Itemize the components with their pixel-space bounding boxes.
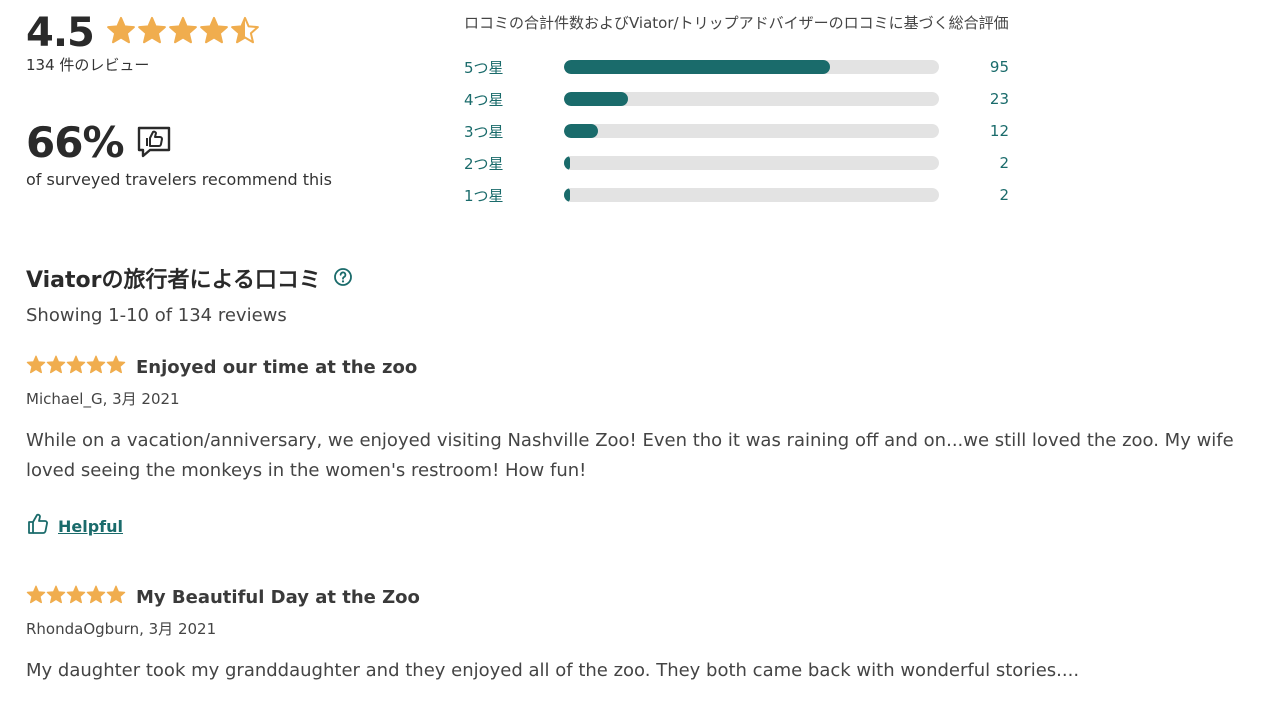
star-icon [66, 585, 86, 609]
rating-filter-row[interactable]: 4つ星 23 [464, 83, 1104, 115]
rating-count: 2 [999, 154, 1009, 172]
review-star-rating [26, 355, 126, 379]
star-icon [137, 16, 167, 50]
star-icon [86, 355, 106, 379]
review-title: My Beautiful Day at the Zoo [136, 586, 420, 608]
rating-bar-track [564, 60, 939, 74]
help-icon[interactable] [333, 267, 353, 291]
review-title: Enjoyed our time at the zoo [136, 356, 418, 378]
star-icon [168, 16, 198, 50]
star-icon [86, 585, 106, 609]
star-icon [26, 355, 46, 379]
rating-filter-row[interactable]: 5つ星 95 [464, 51, 1104, 83]
reviews-section-title: Viatorの旅行者による口コミ [26, 268, 321, 293]
rating-filter-label: 3つ星 [464, 122, 504, 141]
thumbs-up-speech-bubble-icon [136, 125, 172, 163]
review-author-date: Michael_G, 3月 2021 [26, 390, 180, 408]
rating-bar-track [564, 124, 939, 138]
rating-bar-fill [564, 156, 570, 170]
rating-count: 2 [999, 186, 1009, 204]
rating-distribution: ロコミの合計件数およびViator/トリップアドバイザーのロコミに基づく総合評価… [464, 12, 1104, 211]
rating-bar-track [564, 92, 939, 106]
helpful-label: Helpful [58, 516, 124, 536]
star-icon [66, 355, 86, 379]
helpful-button[interactable]: Helpful [26, 512, 1256, 540]
overall-star-rating [106, 16, 260, 50]
reviews-section-heading: Viatorの旅行者による口コミ [26, 262, 353, 294]
rating-filter-label: 1つ星 [464, 186, 504, 205]
star-icon [26, 585, 46, 609]
overall-rating: 4.5 [26, 10, 95, 56]
rating-filter-row[interactable]: 3つ星 12 [464, 115, 1104, 147]
distribution-caption: ロコミの合計件数およびViator/トリップアドバイザーのロコミに基づく総合評価 [464, 14, 1009, 32]
rating-count: 23 [989, 90, 1009, 108]
rating-count: 12 [989, 122, 1009, 140]
rating-bar-fill [564, 124, 598, 138]
recommend-summary: 66% [26, 120, 172, 166]
review-item: Enjoyed our time at the zoo Michael_G, 3… [26, 355, 1256, 540]
rating-bar-track [564, 188, 939, 202]
rating-filter-row[interactable]: 1つ星 2 [464, 179, 1104, 211]
review-item: My Beautiful Day at the Zoo RhondaOgburn… [26, 585, 1256, 686]
rating-bar-track [564, 156, 939, 170]
star-icon [46, 585, 66, 609]
review-body: While on a vacation/anniversary, we enjo… [26, 430, 1234, 481]
recommend-percentage: 66% [26, 118, 125, 167]
rating-filter-label: 5つ星 [464, 58, 504, 77]
rating-bar-fill [564, 188, 570, 202]
rating-bar-fill [564, 60, 830, 74]
review-star-rating [26, 585, 126, 609]
star-icon [106, 16, 136, 50]
review-author-date: RhondaOgburn, 3月 2021 [26, 620, 217, 638]
thumbs-up-icon [26, 512, 50, 540]
star-icon [230, 16, 260, 50]
rating-filter-label: 2つ星 [464, 154, 504, 173]
rating-filter-row[interactable]: 2つ星 2 [464, 147, 1104, 179]
star-icon [106, 585, 126, 609]
rating-summary: 4.5 134 件のレビュー [26, 10, 426, 75]
rating-bar-fill [564, 92, 629, 106]
review-body: My daughter took my granddaughter and th… [26, 660, 1080, 681]
rating-filter-label: 4つ星 [464, 90, 504, 109]
star-icon [106, 355, 126, 379]
recommend-text: of surveyed travelers recommend this [26, 170, 332, 189]
rating-count: 95 [989, 58, 1009, 76]
showing-range: Showing 1-10 of 134 reviews [26, 305, 287, 326]
star-icon [46, 355, 66, 379]
star-icon [199, 16, 229, 50]
review-count: 134 件のレビュー [26, 56, 150, 74]
